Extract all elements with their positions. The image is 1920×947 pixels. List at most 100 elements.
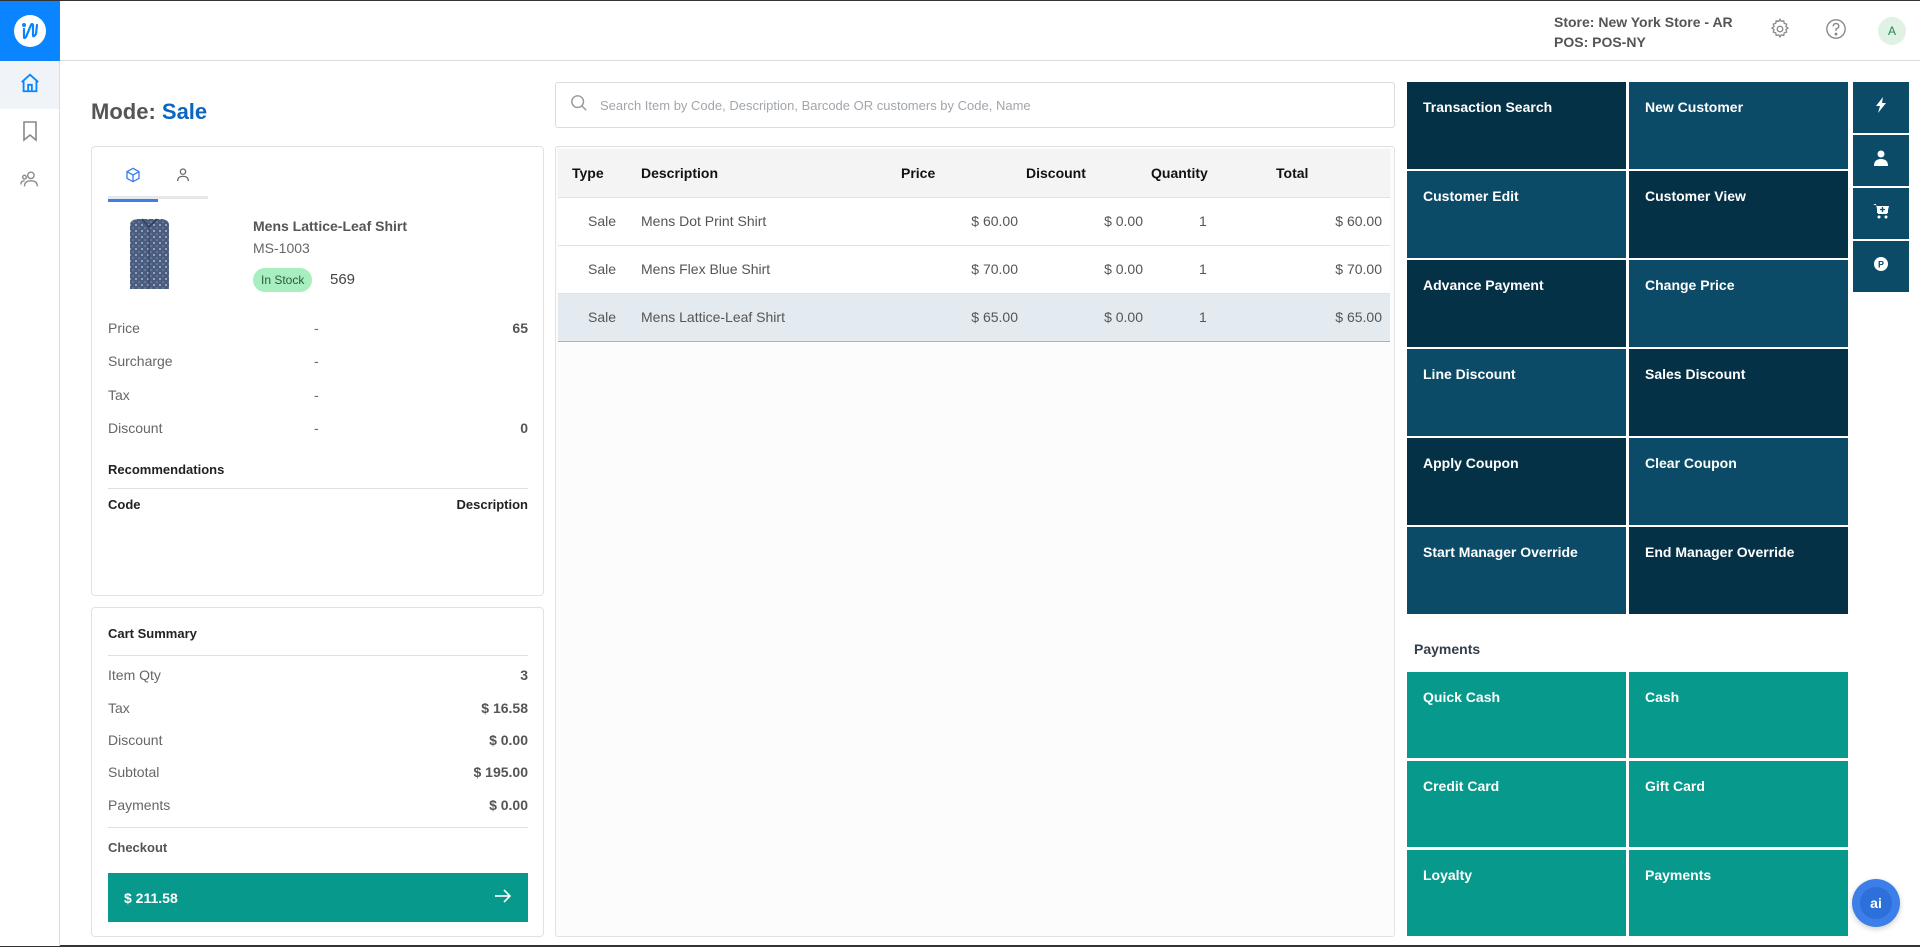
- stock-quantity: 569: [330, 271, 356, 288]
- search-input[interactable]: [600, 97, 1380, 113]
- quick-action-button[interactable]: [1853, 82, 1909, 133]
- help-icon: [1825, 18, 1847, 45]
- payments-section-title: Payments: [1414, 641, 1481, 657]
- summary-value: $ 195.00: [473, 764, 529, 780]
- customer-quick-button[interactable]: [1853, 135, 1909, 186]
- gift-card-button[interactable]: Gift Card: [1629, 761, 1848, 847]
- detail-row-discount: Discount - 0: [108, 420, 528, 440]
- store-info: Store: New York Store - AR POS: POS-NY: [1554, 12, 1733, 52]
- sidebar-item-home[interactable]: [0, 61, 59, 109]
- col-total: Total: [1276, 164, 1309, 181]
- cell-price: $ 70.00: [971, 261, 1018, 277]
- mode-label: Mode:: [91, 99, 156, 124]
- product-code: MS-1003: [253, 240, 310, 256]
- sidebar-item-bookmarks[interactable]: [0, 109, 59, 157]
- cash-button[interactable]: Cash: [1629, 672, 1848, 758]
- cell-discount: $ 0.00: [1104, 261, 1143, 277]
- detail-label: Surcharge: [108, 353, 173, 369]
- payments-grid: Quick Cash Cash Credit Card Gift Card Lo…: [1407, 672, 1848, 936]
- cell-quantity: 1: [1199, 261, 1207, 277]
- checkout-button[interactable]: $ 211.58: [108, 873, 528, 922]
- sales-discount-button[interactable]: Sales Discount: [1629, 349, 1848, 436]
- ai-icon: ai: [1860, 887, 1892, 919]
- col-discount: Discount: [1026, 164, 1086, 181]
- product-detail-card: Mens Lattice-Leaf Shirt MS-1003 In Stock…: [91, 146, 544, 596]
- summary-value: $ 0.00: [489, 732, 528, 748]
- table-header-row: Type Description Price Discount Quantity…: [558, 149, 1390, 197]
- summary-row-tax: Tax $ 16.58: [108, 700, 528, 716]
- sidebar-item-customers[interactable]: [0, 157, 59, 205]
- apply-coupon-button[interactable]: Apply Coupon: [1407, 438, 1626, 525]
- parking-button[interactable]: P: [1853, 241, 1909, 292]
- col-description: Description: [641, 164, 719, 181]
- home-icon: [19, 72, 41, 99]
- col-type: Type: [572, 164, 604, 181]
- summary-row-item-qty: Item Qty 3: [108, 667, 528, 683]
- checkout-label: Checkout: [108, 840, 168, 855]
- quick-actions-column: P: [1853, 82, 1909, 294]
- lightning-icon: [1874, 97, 1888, 118]
- credit-card-button[interactable]: Credit Card: [1407, 761, 1626, 847]
- cell-quantity: 1: [1199, 309, 1207, 325]
- ai-assistant-button[interactable]: ai: [1852, 879, 1900, 927]
- quick-cash-button[interactable]: Quick Cash: [1407, 672, 1626, 758]
- table-row-selected[interactable]: Sale Mens Lattice-Leaf Shirt $ 65.00 $ 0…: [558, 293, 1390, 341]
- col-price: Price: [901, 164, 936, 181]
- cell-price: $ 65.00: [971, 309, 1018, 325]
- help-button[interactable]: [1824, 18, 1848, 45]
- tab-customer[interactable]: [158, 163, 208, 199]
- cell-quantity: 1: [1199, 213, 1207, 229]
- summary-label: Discount: [108, 732, 163, 748]
- detail-label: Price: [108, 320, 140, 336]
- col-quantity: Quantity: [1151, 164, 1208, 181]
- person-icon: [175, 167, 191, 188]
- users-icon: [19, 168, 41, 195]
- end-manager-override-button[interactable]: End Manager Override: [1629, 527, 1848, 614]
- tab-item[interactable]: [108, 163, 158, 202]
- start-manager-override-button[interactable]: Start Manager Override: [1407, 527, 1626, 614]
- line-discount-button[interactable]: Line Discount: [1407, 349, 1626, 436]
- product-name: Mens Lattice-Leaf Shirt: [253, 218, 408, 234]
- detail-row-surcharge: Surcharge -: [108, 353, 528, 373]
- payments-button[interactable]: Payments: [1629, 850, 1848, 936]
- detail-value: 65: [512, 320, 528, 336]
- customer-view-button[interactable]: Customer View: [1629, 171, 1848, 258]
- settings-button[interactable]: [1768, 17, 1792, 43]
- advance-payment-button[interactable]: Advance Payment: [1407, 260, 1626, 347]
- cell-description: Mens Dot Print Shirt: [641, 213, 767, 229]
- clear-coupon-button[interactable]: Clear Coupon: [1629, 438, 1848, 525]
- detail-dash: -: [314, 387, 319, 403]
- cell-price: $ 60.00: [971, 213, 1018, 229]
- rec-col-description: Description: [456, 497, 528, 512]
- detail-row-price: Price - 65: [108, 320, 528, 340]
- mode-value: Sale: [161, 99, 208, 124]
- cart-add-button[interactable]: [1853, 188, 1909, 239]
- logo-icon: [14, 15, 46, 47]
- divider: [108, 827, 528, 828]
- cell-discount: $ 0.00: [1104, 309, 1143, 325]
- box-icon: [125, 167, 141, 188]
- change-price-button[interactable]: Change Price: [1629, 260, 1848, 347]
- cell-description: Mens Lattice-Leaf Shirt: [641, 309, 785, 325]
- transaction-search-button[interactable]: Transaction Search: [1407, 82, 1626, 169]
- user-avatar[interactable]: A: [1878, 17, 1906, 45]
- mode-title: Mode: Sale: [91, 99, 207, 125]
- loyalty-button[interactable]: Loyalty: [1407, 850, 1626, 936]
- table-row[interactable]: Sale Mens Dot Print Shirt $ 60.00 $ 0.00…: [558, 197, 1390, 245]
- store-name: Store: New York Store - AR: [1554, 14, 1733, 30]
- summary-label: Payments: [108, 797, 171, 813]
- recommendations-header: Code Description: [108, 497, 528, 512]
- detail-label: Discount: [108, 420, 163, 436]
- new-customer-button[interactable]: New Customer: [1629, 82, 1848, 169]
- app-logo[interactable]: [0, 1, 60, 61]
- cell-type: Sale: [588, 309, 617, 325]
- pos-name: POS: POS-NY: [1554, 34, 1646, 50]
- arrow-right-icon: [494, 889, 512, 906]
- customer-edit-button[interactable]: Customer Edit: [1407, 171, 1626, 258]
- summary-value: $ 0.00: [489, 797, 528, 813]
- table-row[interactable]: Sale Mens Flex Blue Shirt $ 70.00 $ 0.00…: [558, 245, 1390, 293]
- detail-label: Tax: [108, 387, 130, 403]
- search-icon: [570, 94, 588, 117]
- checkout-amount: $ 211.58: [124, 889, 178, 906]
- recommendations-title: Recommendations: [108, 462, 225, 477]
